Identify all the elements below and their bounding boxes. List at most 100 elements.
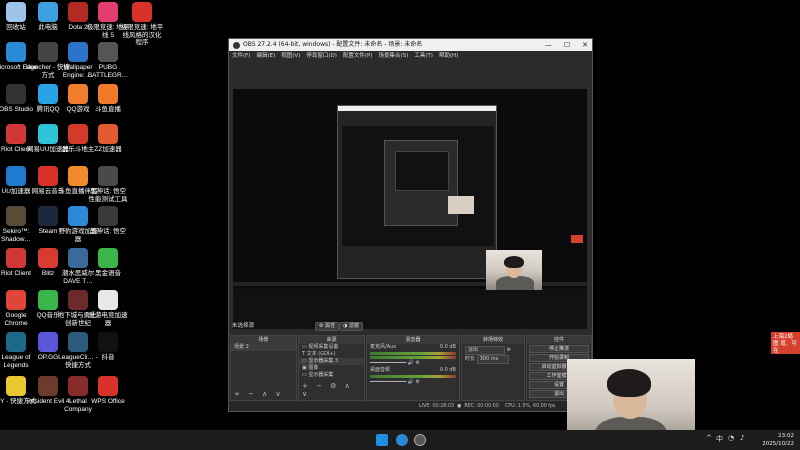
desktop-icon-label: 抖音 <box>101 354 115 361</box>
menu-view[interactable]: 视图(V) <box>281 51 300 62</box>
source-item[interactable]: T 文本 (GDI+) <box>299 351 364 358</box>
ime-indicator[interactable]: 中 <box>716 434 723 444</box>
desktop-icon-label: WPS Office <box>91 398 125 405</box>
app-icon <box>6 2 26 22</box>
volume-slider[interactable]: ━━━━━━━━━━━━ 🔊 ⚙ <box>367 360 459 367</box>
source-item[interactable]: ▣ 图像 <box>299 365 364 372</box>
app-icon <box>98 2 118 22</box>
source-item[interactable]: ▭ 显示器采集 3 <box>299 358 364 365</box>
app-icon <box>98 290 118 310</box>
app-icon <box>6 332 26 352</box>
menu-profile[interactable]: 配置文件(P) <box>343 51 373 62</box>
obs-title: OBS 27.2.4 (64-bit, windows) - 配置文件: 未命名… <box>243 41 423 48</box>
stop-streaming-button[interactable]: 停止推流 <box>529 345 589 353</box>
obs-titlebar[interactable]: OBS 27.2.4 (64-bit, windows) - 配置文件: 未命名… <box>229 39 592 51</box>
no-source-label: 未选择源 <box>232 323 255 329</box>
app-icon <box>38 42 58 62</box>
app-icon <box>68 166 88 186</box>
tray-chevron-icon[interactable]: ^ <box>706 434 712 442</box>
app-icon <box>68 248 88 268</box>
app-icon <box>68 332 88 352</box>
network-icon[interactable]: ◔ <box>728 434 734 442</box>
notification-toast[interactable]: 上海2局图 增、可在 <box>771 332 800 354</box>
obs-preview[interactable] <box>233 89 587 329</box>
app-icon <box>6 248 26 268</box>
app-icon <box>98 248 118 268</box>
menu-file[interactable]: 文件(F) <box>232 51 250 62</box>
obs-statusbar: LIVE: 00:28:03 ● REC: 00:00:00 CPU: 1.5%… <box>229 402 592 411</box>
scenes-dock: 场景 场景 2 + − ∧ ∨ <box>230 335 297 401</box>
app-icon <box>68 290 88 310</box>
sources-toolbar[interactable]: + − ⚙ ∧ ∨ <box>302 382 364 398</box>
filters-button[interactable]: ◑ 滤镜 <box>339 322 363 331</box>
desktop-icon[interactable]: PUBG BATTLEGR… <box>86 40 130 86</box>
minimize-button[interactable]: — <box>545 39 552 51</box>
mixer-channel-name: 桌面音频 0.0 dB <box>370 367 456 373</box>
app-icon <box>68 84 88 104</box>
menu-help[interactable]: 帮助(H) <box>439 51 458 62</box>
start-icon[interactable] <box>376 434 388 446</box>
clock[interactable]: 23:02 2025/10/22 <box>762 432 794 448</box>
app-icon <box>6 290 26 310</box>
app-icon <box>68 42 88 62</box>
sources-header: 来源 <box>299 336 364 344</box>
rec-status: REC: 00:00:00 <box>464 404 499 409</box>
scenes-header: 场景 <box>231 336 296 344</box>
desktop-icon[interactable]: 抖音 <box>86 330 130 376</box>
app-icon <box>38 166 58 186</box>
desktop-icon-label: PUBG BATTLEGR… <box>87 64 129 79</box>
app-icon <box>68 206 88 226</box>
app-icon <box>38 376 58 396</box>
taskbar: ^ 中 ◔ ♪ 23:02 2025/10/22 <box>0 430 800 450</box>
app-icon <box>98 376 118 396</box>
app-icon <box>38 332 58 352</box>
source-item[interactable]: ▭ 显示器采集 <box>299 372 364 379</box>
app-icon <box>98 206 118 226</box>
menu-docks[interactable]: 停靠窗口(D) <box>306 51 337 62</box>
app-icon <box>98 124 118 144</box>
desktop-icon-label: 黑神话: 悟空 性能测试工具 <box>88 188 128 203</box>
desktop-icon[interactable]: 极限竞速: 地平线风格的汉化程序 <box>120 0 164 46</box>
app-icon <box>98 332 118 352</box>
mixer-header: 混音器 <box>367 336 459 344</box>
edge-icon[interactable] <box>396 434 408 446</box>
maximize-button[interactable]: ☐ <box>564 39 570 51</box>
mixer-meter <box>370 352 456 355</box>
desktop-icon[interactable]: WPS Office <box>86 374 130 420</box>
app-icon <box>132 2 152 22</box>
live-status: LIVE: 00:28:03 <box>419 404 455 409</box>
desktop-icon-label: 斗鱼直播 <box>95 106 121 113</box>
source-toolbar: 未选择源 ⚙ 属性 ◑ 滤镜 <box>229 321 592 332</box>
volume-icon[interactable]: ♪ <box>740 434 744 442</box>
desktop-icon[interactable]: 爱游电竞加速器 <box>86 288 130 334</box>
menu-tools[interactable]: 工具(T) <box>414 51 433 62</box>
scenes-toolbar[interactable]: + − ∧ ∨ <box>234 390 284 398</box>
obs-window[interactable]: OBS 27.2.4 (64-bit, windows) - 配置文件: 未命名… <box>228 38 593 412</box>
nested-obs-window <box>337 105 497 279</box>
menu-edit[interactable]: 编辑(E) <box>256 51 275 62</box>
source-item[interactable]: ▭ 视频采集设备 <box>299 344 364 351</box>
desktop-icon-label: 黑金语音 <box>95 270 121 277</box>
app-icon <box>38 2 58 22</box>
volume-slider[interactable]: ━━━━━━━━━━━━ 🔊 ⚙ <box>367 379 459 386</box>
menu-scene-collection[interactable]: 场景集合(S) <box>378 51 408 62</box>
transitions-header: 转场特效 <box>462 336 524 344</box>
duration-field[interactable]: 时长 300 ms <box>462 355 524 364</box>
app-icon <box>68 2 88 22</box>
desktop-icon[interactable]: ZZ加速器 <box>86 122 130 168</box>
desktop-icon[interactable]: 黑神话: 悟空 <box>86 204 130 250</box>
nested-notice <box>571 235 583 243</box>
app-icon <box>6 166 26 186</box>
obs-taskbar-icon[interactable] <box>414 434 426 446</box>
desktop-icon-label: ZZ加速器 <box>94 146 122 153</box>
scene-item[interactable]: 场景 2 <box>231 344 296 351</box>
transition-select[interactable]: 淡出 ⚙ <box>462 346 524 355</box>
app-icon <box>6 376 26 396</box>
app-icon <box>98 84 118 104</box>
transitions-dock: 转场特效 淡出 ⚙ 时长 300 ms <box>461 335 525 401</box>
close-button[interactable]: ✕ <box>582 39 588 51</box>
mixer-meter <box>370 356 456 359</box>
properties-button[interactable]: ⚙ 属性 <box>315 322 340 331</box>
app-icon <box>98 42 118 62</box>
desktop-icon[interactable]: 黑金语音 <box>86 246 130 292</box>
